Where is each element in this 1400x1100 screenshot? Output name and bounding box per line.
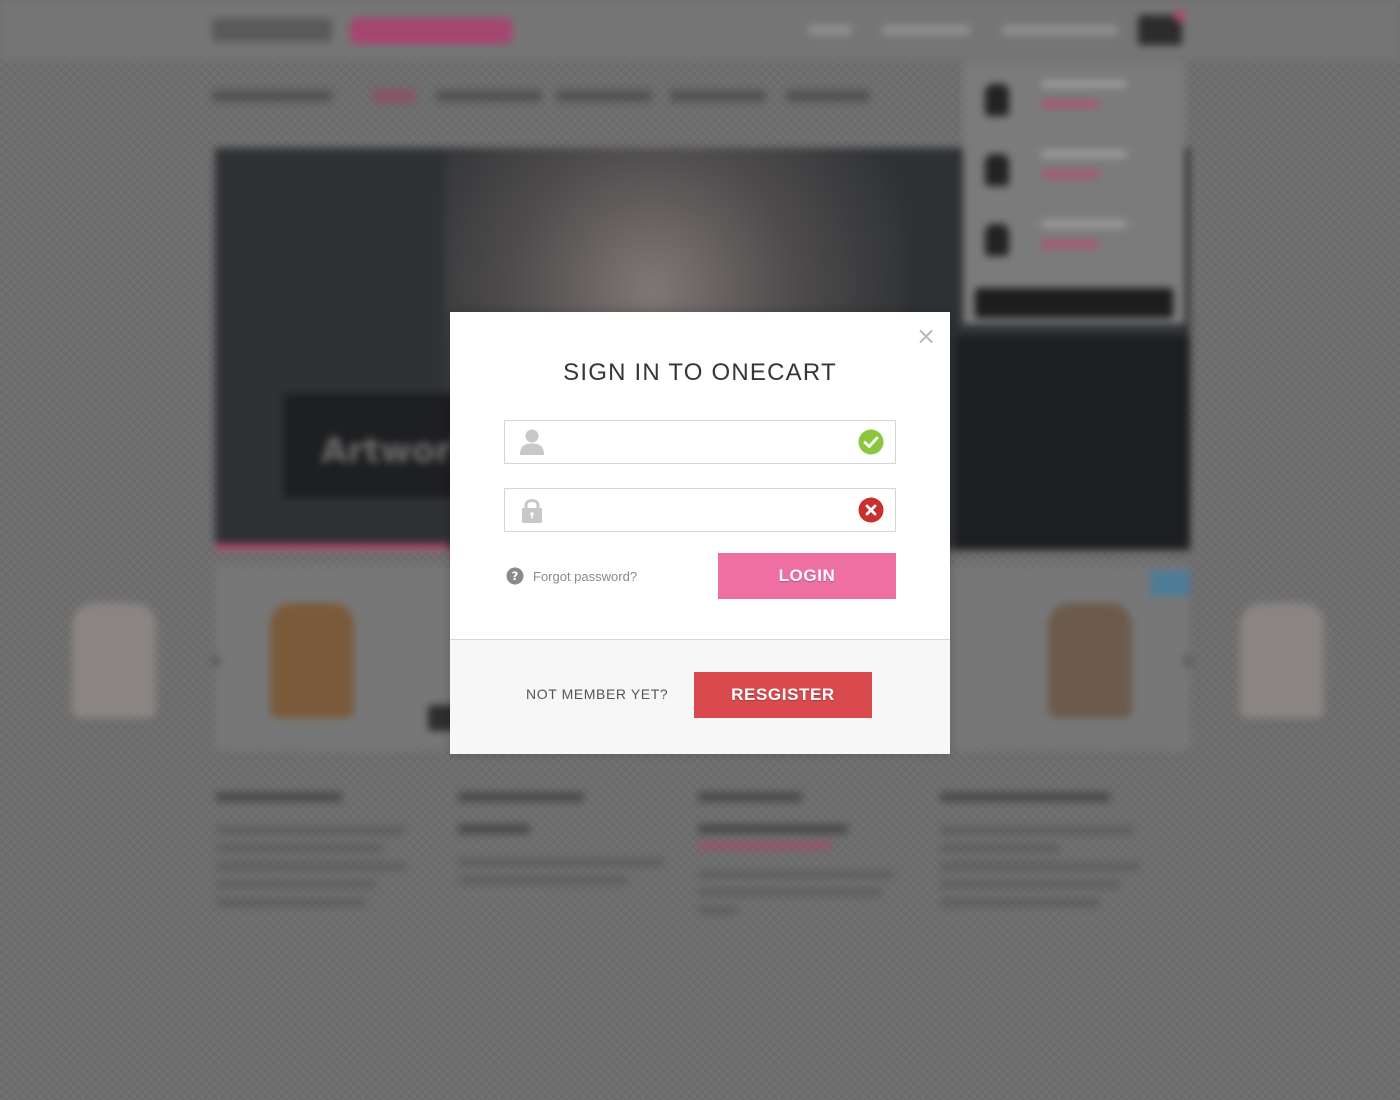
hero-progress <box>215 544 450 550</box>
cart-dropdown <box>963 62 1185 324</box>
cart-item-image <box>985 224 1009 256</box>
footer-text <box>940 862 1140 871</box>
login-button[interactable]: LOGIN <box>718 553 896 599</box>
header-link <box>882 25 970 35</box>
username-input[interactable] <box>557 421 847 463</box>
product-image <box>1048 603 1132 718</box>
footer-text <box>698 870 894 879</box>
cart-item-name <box>1041 150 1127 158</box>
modal-title: SIGN IN TO ONECART <box>563 359 837 386</box>
not-member-label: NOT MEMBER YET? <box>526 686 669 702</box>
header-link <box>808 25 852 35</box>
footer-text <box>216 898 366 907</box>
header-search <box>350 18 512 44</box>
cart-item-price <box>1041 240 1099 248</box>
product-image <box>72 603 156 718</box>
category-link <box>436 90 542 102</box>
carousel-prev-icon <box>212 655 220 667</box>
footer-heading <box>940 792 1110 802</box>
category-link <box>372 90 416 102</box>
cart-item-price <box>1041 100 1099 108</box>
carousel-next-icon <box>1184 655 1192 667</box>
footer-text <box>458 876 628 885</box>
product-image <box>270 603 354 718</box>
cart-item-name <box>1041 220 1127 228</box>
category-link <box>786 90 870 102</box>
footer-link <box>698 842 832 849</box>
login-modal: × SIGN IN TO ONECART ? Forgot password? … <box>450 312 950 754</box>
cart-item-price <box>1041 170 1099 178</box>
cart-item-image <box>985 154 1009 186</box>
footer-text <box>940 826 1134 835</box>
product-image <box>1240 603 1324 718</box>
footer-text <box>216 826 406 835</box>
svg-text:?: ? <box>512 569 519 583</box>
footer-heading <box>458 824 530 834</box>
header-bar <box>0 0 1400 60</box>
password-input[interactable] <box>557 489 847 531</box>
cart-count-badge <box>1174 10 1186 22</box>
footer-text <box>458 858 664 867</box>
header-link <box>1002 25 1118 35</box>
product-badge <box>1150 570 1190 596</box>
footer-text <box>216 844 384 853</box>
footer-text <box>216 862 406 871</box>
help-icon: ? <box>506 567 524 585</box>
footer-text <box>698 888 882 897</box>
footer-text <box>940 898 1100 907</box>
category-link <box>212 90 332 102</box>
hero-panel <box>955 336 1190 550</box>
footer-heading <box>458 792 584 802</box>
cart-checkout-button <box>975 288 1173 318</box>
store-logo <box>212 18 332 42</box>
forgot-password-link[interactable]: ? Forgot password? <box>506 566 637 586</box>
footer-text <box>698 906 738 915</box>
register-button[interactable]: RESGISTER <box>694 672 872 718</box>
footer-heading <box>216 792 342 802</box>
footer-heading <box>698 792 802 802</box>
category-link <box>670 90 766 102</box>
category-link <box>556 90 652 102</box>
footer-text <box>940 880 1120 889</box>
footer-heading <box>698 824 848 834</box>
forgot-password-label: Forgot password? <box>533 568 638 584</box>
error-icon <box>858 497 884 523</box>
footer-text <box>216 880 376 889</box>
username-field <box>504 420 896 464</box>
close-icon[interactable]: × <box>916 324 936 348</box>
footer-text <box>940 844 1060 853</box>
lock-icon <box>522 499 542 523</box>
cart-item-image <box>985 84 1009 116</box>
user-icon <box>520 429 544 455</box>
password-field <box>504 488 896 532</box>
check-icon <box>858 429 884 455</box>
cart-item-name <box>1041 80 1127 88</box>
modal-footer: NOT MEMBER YET? RESGISTER <box>450 639 950 754</box>
